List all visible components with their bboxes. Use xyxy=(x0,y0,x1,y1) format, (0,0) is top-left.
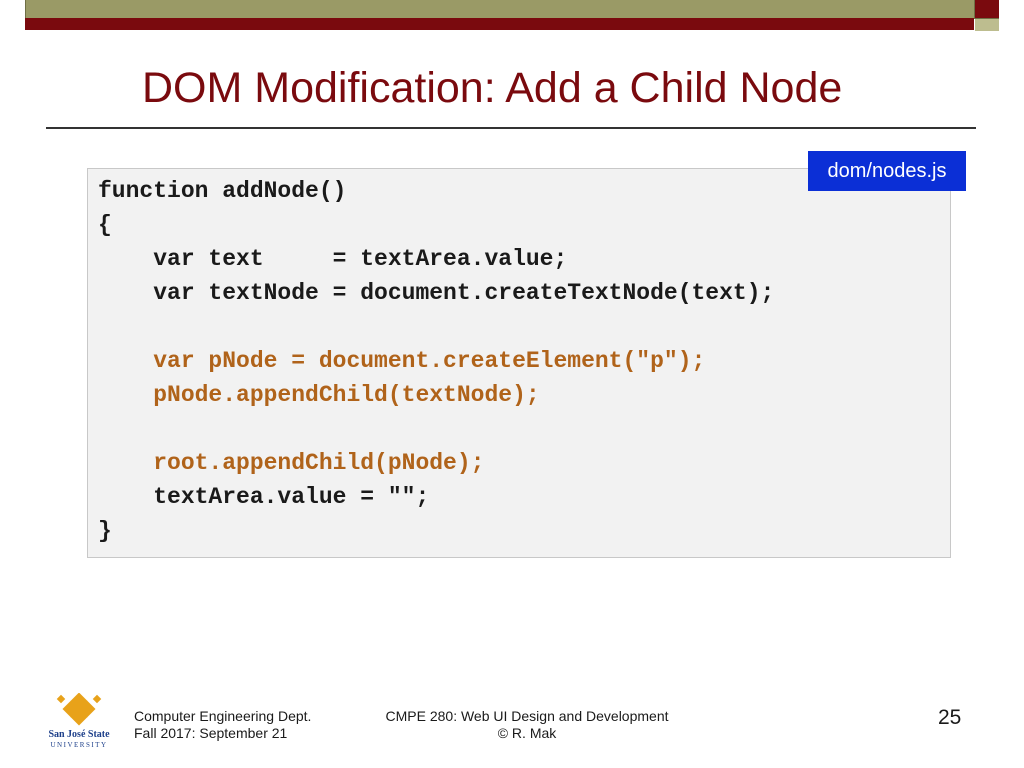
code-line: { xyxy=(98,212,112,238)
code-line-highlighted: var pNode = document.createElement("p"); xyxy=(98,348,706,374)
footer-date: Fall 2017: September 21 xyxy=(134,725,288,741)
code-line: var textNode = document.createTextNode(t… xyxy=(98,280,775,306)
footer-author: © R. Mak xyxy=(497,725,557,741)
svg-text:UNIVERSITY: UNIVERSITY xyxy=(51,741,108,749)
code-line: textArea.value = ""; xyxy=(98,484,430,510)
code-line: var text = textArea.value; xyxy=(98,246,568,272)
code-line-highlighted: pNode.appendChild(textNode); xyxy=(98,382,540,408)
footer-course: CMPE 280: Web UI Design and Development xyxy=(385,708,669,724)
title-divider xyxy=(46,127,976,129)
code-line: } xyxy=(98,518,112,544)
footer-department: Computer Engineering Dept. xyxy=(134,708,312,724)
top-stripe xyxy=(25,18,974,30)
code-line: function addNode() xyxy=(98,178,347,204)
corner-block-lower xyxy=(975,18,999,31)
page-number: 25 xyxy=(938,706,962,729)
svg-text:San José State: San José State xyxy=(48,729,110,740)
file-name-badge: dom/nodes.js xyxy=(808,151,966,191)
code-line-highlighted: root.appendChild(pNode); xyxy=(98,450,485,476)
slide-title: DOM Modification: Add a Child Node xyxy=(142,64,843,112)
corner-block xyxy=(975,0,999,18)
top-bar xyxy=(25,0,975,19)
sjsu-logo-icon: San José State UNIVERSITY xyxy=(48,693,110,749)
